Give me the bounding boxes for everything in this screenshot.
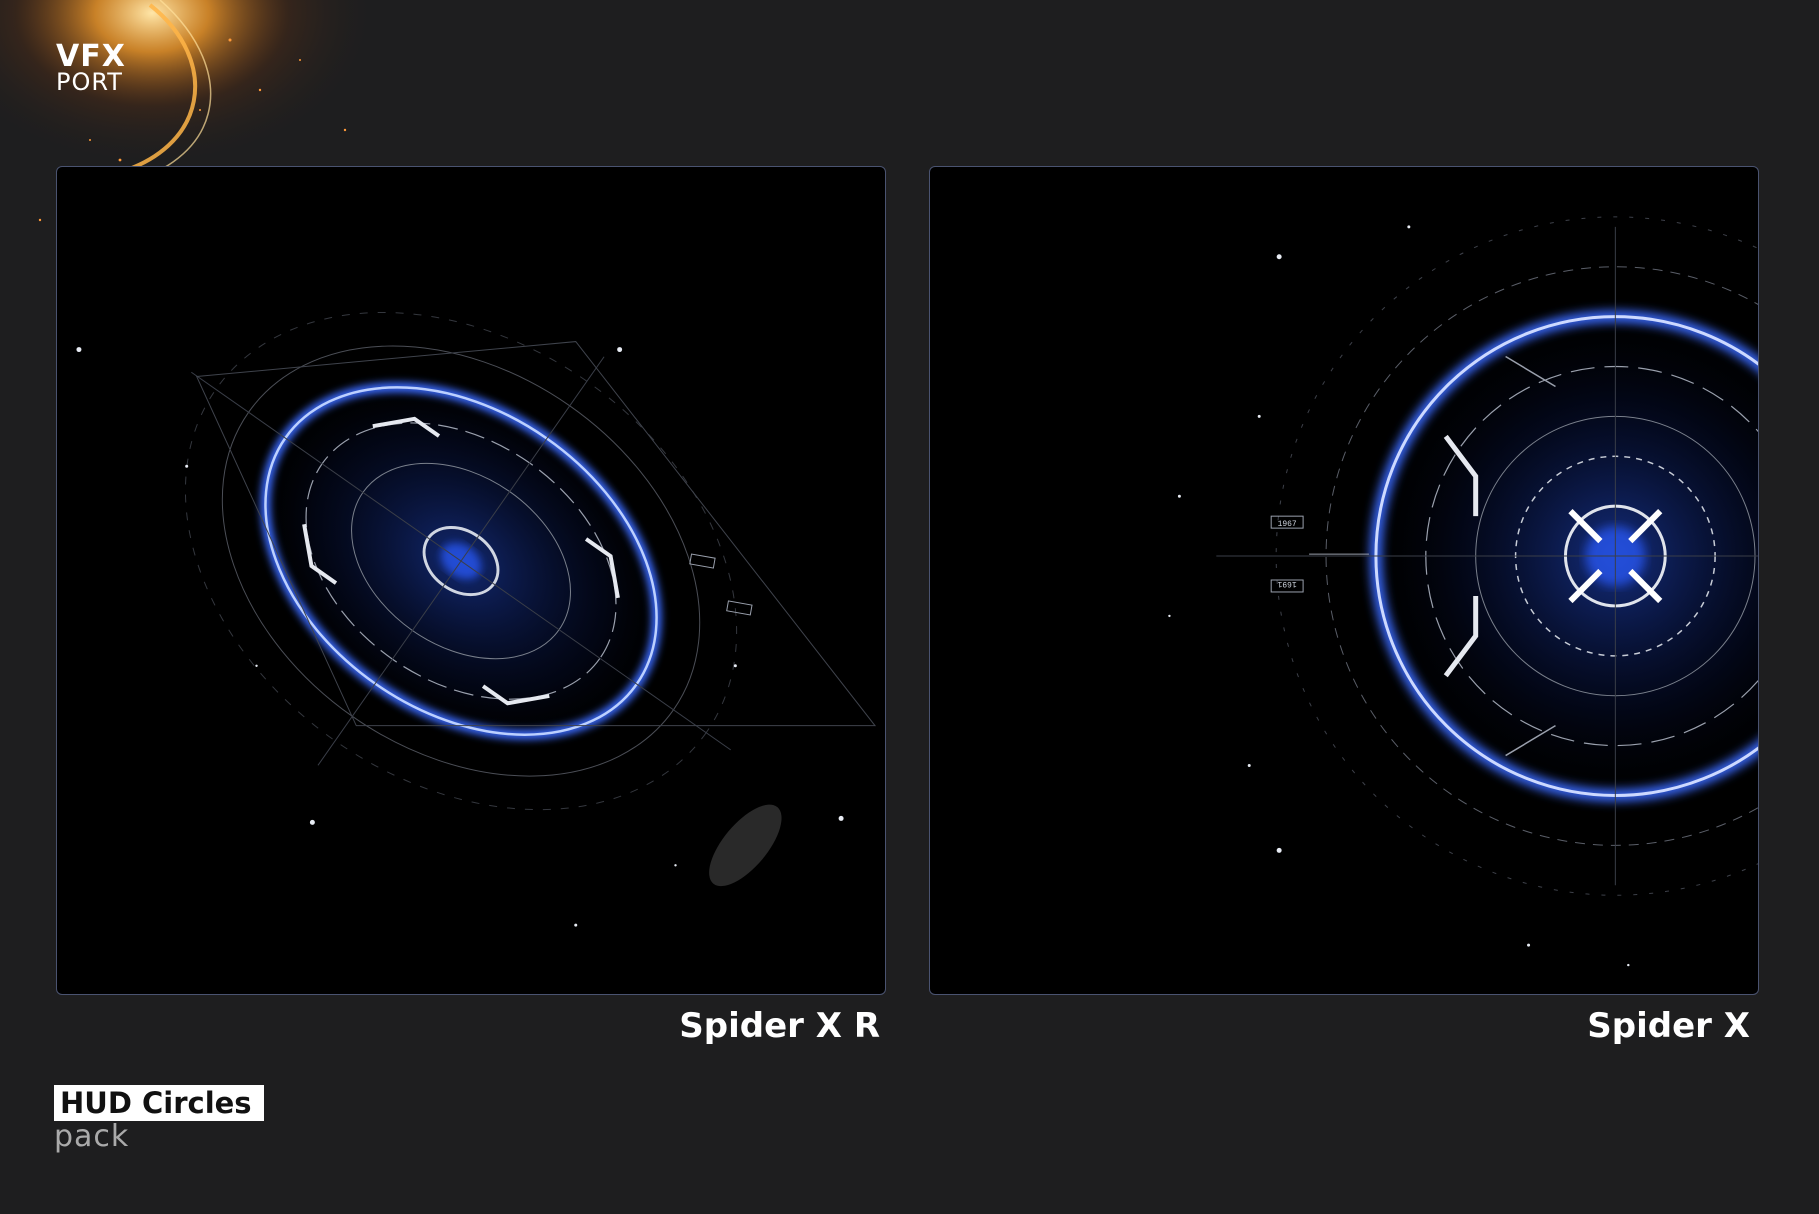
preview-panel-spider-x: 1967 1691 [929, 166, 1759, 995]
hud-circle-tilted-graphic [76, 311, 877, 927]
hud-circle-frontal-graphic: 1967 1691 [1168, 216, 1758, 967]
vfxport-logo: VFX PORT [56, 42, 126, 96]
hud-tag-1967: 1967 [1270, 515, 1304, 529]
caption-spider-x: Spider X [1587, 1006, 1750, 1046]
hud-tag-b-text: 1691 [1277, 579, 1296, 588]
pack-label: HUD Circles pack [54, 1085, 264, 1154]
hud-tag-a-text: 1967 [1278, 520, 1297, 529]
brand-name-bottom: PORT [56, 68, 123, 96]
hud-tag-1691: 1691 [1270, 579, 1304, 593]
caption-spider-x-r: Spider X R [679, 1006, 880, 1046]
pack-subtitle: pack [54, 1119, 130, 1155]
preview-panel-spider-x-r [56, 166, 886, 995]
pack-title: HUD Circles [54, 1085, 264, 1122]
